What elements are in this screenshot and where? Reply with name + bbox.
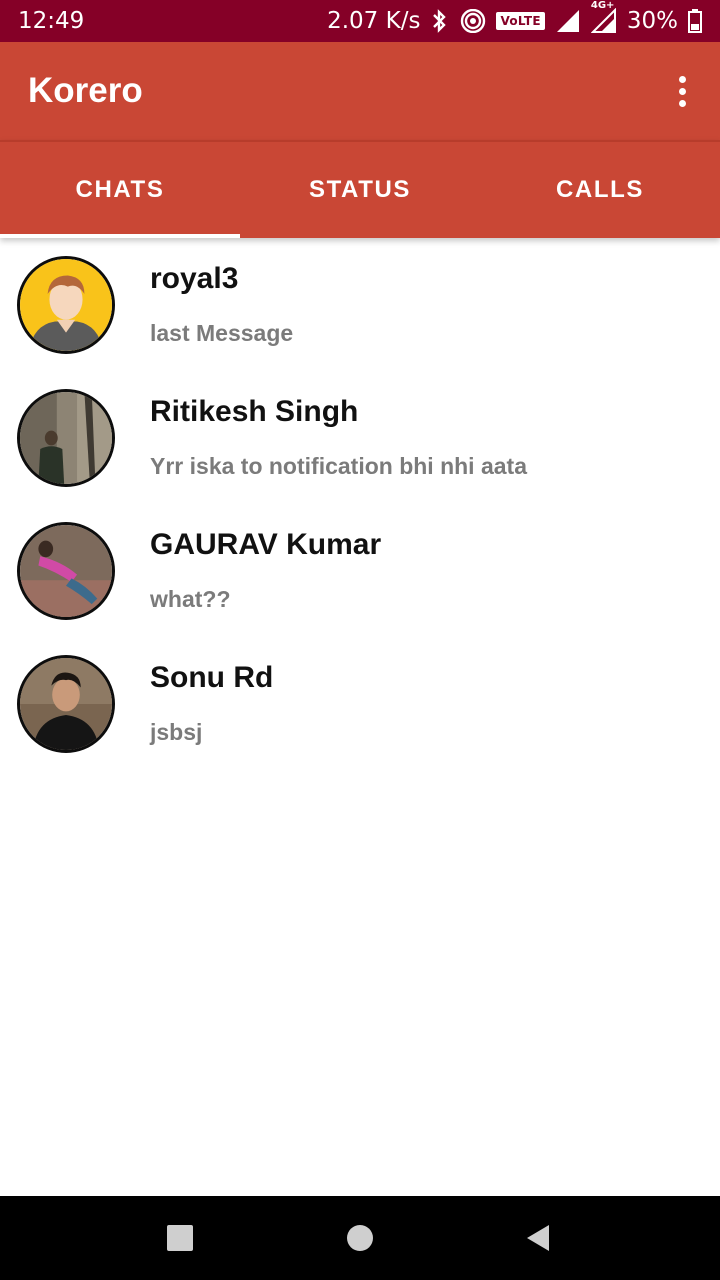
avatar bbox=[17, 655, 115, 753]
chat-last-message: last Message bbox=[150, 320, 294, 346]
chat-last-message: what?? bbox=[150, 586, 231, 612]
chat-last-message: Yrr iska to notification bhi nhi aata bbox=[150, 453, 527, 479]
default-avatar-icon bbox=[20, 259, 112, 351]
network-type-label: 4G+ bbox=[590, 0, 615, 11]
more-vert-icon[interactable] bbox=[672, 71, 692, 111]
chat-list: royal3 last Message Ritikesh Singh Yrr i… bbox=[0, 238, 720, 770]
photo-avatar-icon bbox=[20, 658, 112, 750]
photo-avatar-icon bbox=[20, 525, 112, 617]
avatar bbox=[17, 389, 115, 487]
chat-item[interactable]: Ritikesh Singh Yrr iska to notification … bbox=[0, 371, 720, 504]
chat-item[interactable]: Sonu Rd jsbsj bbox=[0, 637, 720, 770]
chat-item[interactable]: royal3 last Message bbox=[0, 238, 720, 371]
signal-icon bbox=[555, 8, 581, 34]
tab-status[interactable]: STATUS bbox=[240, 142, 480, 238]
avatar bbox=[17, 256, 115, 354]
chat-name: Sonu Rd bbox=[150, 661, 274, 694]
signal-4g-icon: 4G+ bbox=[590, 0, 617, 34]
tab-calls[interactable]: CALLS bbox=[480, 142, 720, 238]
app-bar: Korero bbox=[0, 42, 720, 140]
tab-bar: CHATS STATUS CALLS bbox=[0, 140, 720, 238]
hotspot-icon bbox=[460, 9, 486, 33]
tab-chats[interactable]: CHATS bbox=[0, 142, 240, 238]
photo-avatar-icon bbox=[20, 392, 112, 484]
chat-item[interactable]: GAURAV Kumar what?? bbox=[0, 504, 720, 637]
network-speed: 2.07 K/s bbox=[327, 8, 421, 34]
status-time: 12:49 bbox=[18, 8, 85, 34]
bluetooth-icon bbox=[430, 9, 450, 33]
system-nav-bar bbox=[0, 1196, 720, 1280]
app-title: Korero bbox=[28, 71, 143, 110]
battery-percent: 30% bbox=[626, 8, 678, 34]
chat-last-message: jsbsj bbox=[150, 719, 203, 745]
circle-icon[interactable] bbox=[344, 1222, 376, 1254]
chat-name: GAURAV Kumar bbox=[150, 528, 382, 561]
triangle-back-icon[interactable] bbox=[522, 1222, 554, 1254]
status-bar: 12:49 2.07 K/s VoLTE 4G+ 30% bbox=[0, 0, 720, 42]
status-icons: 2.07 K/s VoLTE 4G+ 30% bbox=[327, 0, 702, 34]
avatar bbox=[17, 522, 115, 620]
chat-name: royal3 bbox=[150, 262, 239, 295]
volte-badge: VoLTE bbox=[496, 12, 545, 30]
square-icon[interactable] bbox=[164, 1222, 196, 1254]
battery-icon bbox=[688, 9, 702, 33]
chat-name: Ritikesh Singh bbox=[150, 395, 359, 428]
